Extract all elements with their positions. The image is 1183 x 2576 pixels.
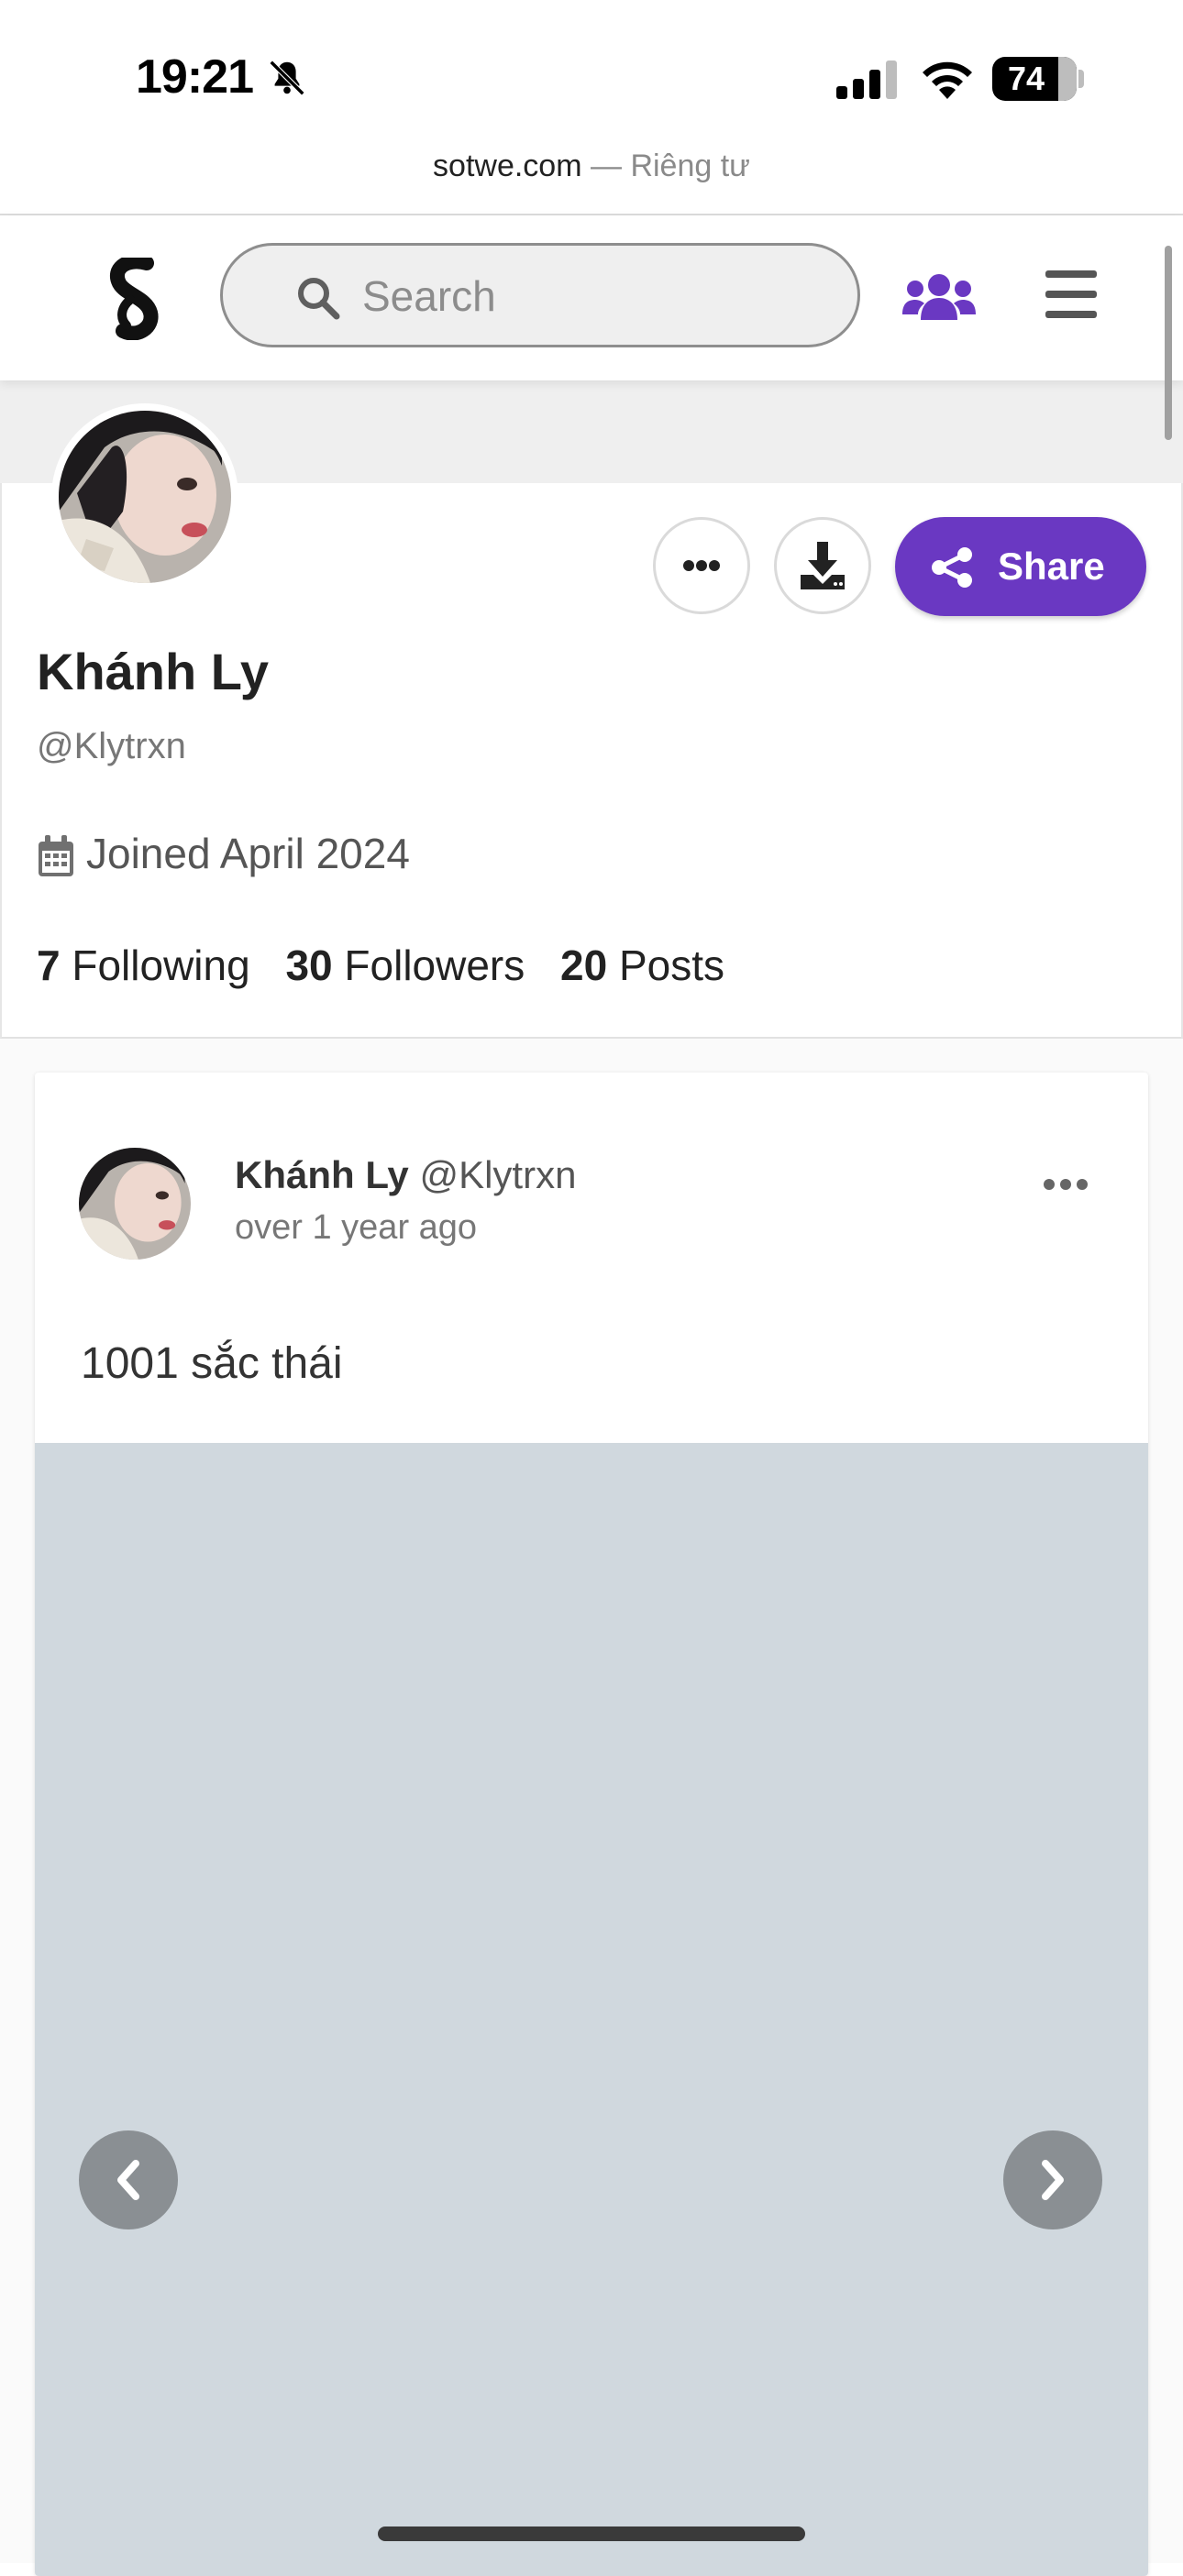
share-icon (932, 547, 972, 588)
share-label: Share (998, 545, 1105, 588)
chevron-left-icon (117, 2160, 139, 2200)
status-bar: 19:21 74 sotwe.com — Riêng tư (0, 0, 1183, 183)
joined-date: Joined April 2024 (86, 830, 410, 877)
post-author-name: Khánh Ly (235, 1153, 409, 1196)
status-time: 19:21 (136, 50, 254, 104)
avatar-photo (79, 1148, 191, 1260)
post-author[interactable]: Khánh Ly @Klytrxn (235, 1153, 576, 1197)
followers-count: 30 (285, 941, 333, 989)
search-input[interactable] (360, 262, 823, 330)
home-indicator[interactable] (378, 2526, 805, 2541)
calendar-icon (39, 835, 73, 876)
more-icon (683, 560, 720, 571)
posts-count: 20 (560, 941, 608, 989)
share-button[interactable]: Share (895, 517, 1146, 616)
url-domain: sotwe.com (433, 149, 582, 183)
post-media[interactable] (35, 1443, 1148, 2576)
post-author-handle: @Klytrxn (419, 1153, 577, 1196)
post-time[interactable]: over 1 year ago (235, 1208, 477, 1248)
url-suffix: — Riêng tư (581, 149, 750, 183)
logo-icon[interactable] (106, 258, 163, 340)
chevron-right-icon (1042, 2160, 1064, 2200)
menu-icon[interactable] (1045, 270, 1097, 318)
battery-icon: 74 (992, 57, 1077, 101)
next-media-button[interactable] (1003, 2130, 1102, 2229)
signal-icon (836, 61, 897, 99)
battery-level: 74 (1007, 60, 1045, 97)
followers-label: Followers (344, 941, 525, 989)
following-label: Following (72, 941, 250, 989)
post-more-icon[interactable] (1040, 1175, 1091, 1194)
post-text: 1001 sắc thái (81, 1339, 343, 1388)
avatar-photo (59, 411, 231, 583)
users-icon[interactable] (902, 270, 976, 322)
previous-media-button[interactable] (79, 2130, 178, 2229)
more-options-button[interactable] (653, 517, 750, 614)
download-icon (801, 542, 845, 589)
post-avatar[interactable] (79, 1148, 191, 1260)
bell-slash-icon (269, 60, 305, 96)
profile-stats: 7 Following 30 Followers 20 Posts (37, 941, 748, 990)
posts-label: Posts (618, 941, 725, 989)
post-card: Khánh Ly @Klytrxn over 1 year ago 1001 s… (35, 1073, 1148, 2576)
followers-stat[interactable]: 30 Followers (285, 941, 525, 989)
download-button[interactable] (774, 517, 871, 614)
app-header (0, 215, 1183, 380)
posts-stat[interactable]: 20 Posts (560, 941, 724, 989)
search-icon (298, 278, 340, 320)
following-count: 7 (37, 941, 61, 989)
profile-name: Khánh Ly (37, 643, 270, 700)
profile-handle: @Klytrxn (37, 726, 186, 766)
browser-url[interactable]: sotwe.com — Riêng tư (0, 149, 1183, 184)
search-box[interactable] (220, 243, 860, 347)
profile-avatar[interactable] (51, 403, 238, 590)
page-scrollbar[interactable] (1165, 246, 1172, 440)
following-stat[interactable]: 7 Following (37, 941, 250, 989)
wifi-icon (923, 61, 972, 99)
